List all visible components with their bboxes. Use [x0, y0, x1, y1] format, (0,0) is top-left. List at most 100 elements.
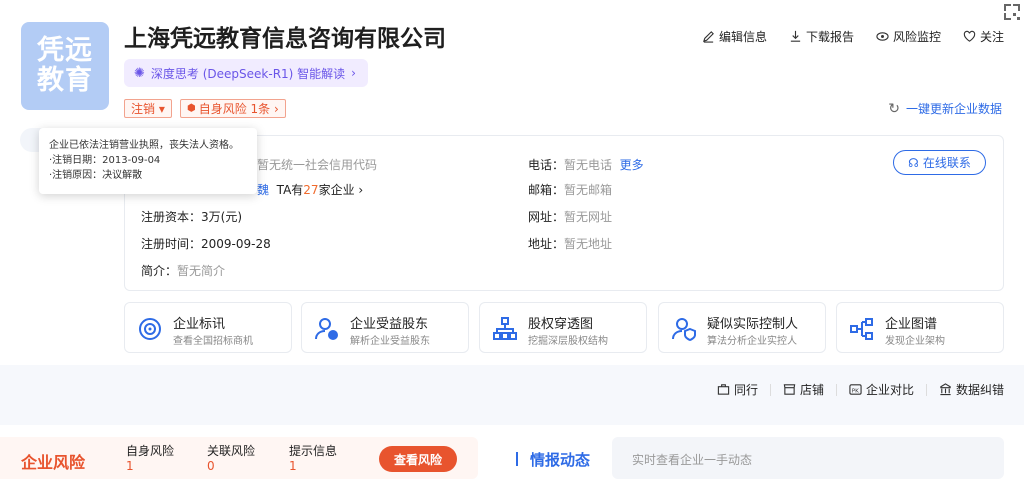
header-actions: 编辑信息 下载报告 风险监控 关注 — [702, 28, 1004, 45]
capital-value: 3万(元) — [201, 210, 243, 224]
intro-value: 暂无简介 — [177, 264, 226, 278]
feature-title: 疑似实际控制人 — [707, 317, 799, 332]
refresh-icon: ↻ — [888, 100, 900, 117]
eye-icon — [876, 32, 889, 41]
ai-sparkle-icon: ✺ — [134, 65, 145, 81]
company-compare-label: 企业对比 — [865, 383, 914, 397]
qr-code-icon[interactable] — [1002, 2, 1022, 22]
refresh-data-link[interactable]: ↻ 一键更新企业数据 — [888, 100, 1002, 117]
controller-icon — [672, 318, 696, 342]
online-contact-label: 在线联系 — [922, 156, 971, 170]
phone-value: 暂无电话 — [564, 158, 613, 172]
edit-info-button[interactable]: 编辑信息 — [702, 28, 767, 45]
feature-card-controller[interactable]: 疑似实际控制人 算法分析企业实控人 — [658, 302, 826, 353]
data-correction-button[interactable]: 数据纠错 — [939, 381, 1004, 398]
capital-label: 注册资本： — [141, 210, 202, 224]
legal-person-row: 魏 TA有27家企业 › — [257, 181, 363, 198]
target-icon — [139, 318, 161, 340]
related-risk-label: 关联风险 — [207, 444, 256, 458]
hint-info-count: 1 — [289, 459, 297, 473]
chevron-right-icon: › — [351, 66, 356, 80]
self-risk-stat[interactable]: 自身风险 1 — [126, 444, 174, 474]
tools-bar: 同行 店铺 PK 企业对比 数据纠错 — [717, 381, 1004, 398]
feature-subtitle: 发现企业架构 — [885, 336, 945, 347]
date-label: 注册时间： — [141, 237, 202, 251]
company-logo: 凭远 教育 — [21, 22, 109, 110]
date-value: 2009-09-28 — [201, 237, 271, 251]
risk-monitor-button[interactable]: 风险监控 — [876, 28, 941, 45]
feature-title: 企业受益股东 — [350, 317, 429, 332]
ai-interpret-label: 深度思考 (DeepSeek-R1) 智能解读 — [150, 66, 346, 81]
website-row: 网址：暂无网址 — [528, 208, 612, 225]
email-value: 暂无邮箱 — [564, 183, 613, 197]
credit-code-row: 暂无统一社会信用代码 — [257, 156, 377, 173]
equity-tree-icon — [493, 317, 517, 340]
feature-card-beneficiary[interactable]: 企业受益股东 解析企业受益股东 — [301, 302, 469, 353]
risk-title: 企业风险 — [21, 453, 86, 472]
edit-icon — [702, 31, 714, 43]
self-risk-badge-label: 自身风险 1条 › — [198, 102, 279, 116]
legal-person-link[interactable]: 魏 — [257, 183, 269, 197]
ta-companies-link[interactable]: TA有27家企业 › — [273, 183, 364, 197]
feature-title: 企业图谱 — [885, 317, 938, 332]
cancellation-tooltip: 企业已依法注销营业执照，丧失法人资格。 ·注销日期：2013-09-04 ·注销… — [39, 128, 257, 194]
peers-button[interactable]: 同行 — [717, 381, 758, 398]
registered-capital-row: 注册资本：3万(元) — [141, 208, 242, 225]
company-name: 上海凭远教育信息咨询有限公司 — [124, 26, 446, 52]
tooltip-line-1: 企业已依法注销营业执照，丧失法人资格。 — [49, 140, 239, 151]
briefcase-icon — [717, 384, 730, 395]
shop-button[interactable]: 店铺 — [783, 381, 824, 398]
address-row: 地址：暂无地址 — [528, 235, 612, 252]
phone-label: 电话： — [528, 158, 565, 172]
hint-info-stat[interactable]: 提示信息 1 — [289, 444, 337, 474]
follow-label: 关注 — [979, 30, 1004, 44]
shop-icon — [783, 384, 796, 395]
hint-info-label: 提示信息 — [289, 444, 338, 458]
shield-icon: ⬢ — [187, 103, 196, 114]
self-risk-badge[interactable]: ⬢ 自身风险 1条 › — [180, 99, 286, 118]
intro-label: 简介： — [141, 264, 178, 278]
divider — [925, 383, 927, 396]
feature-card-equity[interactable]: 股权穿透图 挖掘深层股权结构 — [479, 302, 647, 353]
intel-feed-box[interactable]: 实时查看企业一手动态 — [612, 437, 1004, 479]
status-badge[interactable]: 注销 ▾ — [124, 99, 172, 118]
intro-row: 简介：暂无简介 — [141, 262, 225, 279]
logo-line-1: 凭远 — [37, 35, 93, 66]
download-report-button[interactable]: 下载报告 — [789, 28, 854, 45]
feature-subtitle: 挖掘深层股权结构 — [528, 336, 608, 347]
peers-label: 同行 — [733, 383, 758, 397]
data-correction-label: 数据纠错 — [955, 383, 1004, 397]
logo-line-2: 教育 — [37, 65, 93, 96]
risk-monitor-label: 风险监控 — [892, 30, 941, 44]
email-row: 邮箱：暂无邮箱 — [528, 181, 612, 198]
view-risk-button[interactable]: 查看风险 — [379, 446, 457, 472]
credit-code-value: 暂无统一社会信用代码 — [257, 158, 378, 172]
feature-title: 股权穿透图 — [528, 317, 594, 332]
address-label: 地址： — [528, 237, 565, 251]
download-report-label: 下载报告 — [805, 30, 854, 44]
feature-subtitle: 算法分析企业实控人 — [707, 336, 797, 347]
heart-icon — [963, 30, 976, 42]
graph-icon — [850, 318, 873, 340]
related-risk-stat[interactable]: 关联风险 0 — [207, 444, 255, 474]
feature-card-bidding[interactable]: 企业标讯 查看全国招标商机 — [124, 302, 292, 353]
company-compare-button[interactable]: PK 企业对比 — [849, 381, 914, 398]
phone-row: 电话：暂无电话 更多 — [528, 156, 644, 173]
intel-title: 情报动态 — [516, 449, 590, 470]
self-risk-count: 1 — [126, 459, 134, 473]
follow-button[interactable]: 关注 — [963, 28, 1004, 45]
online-contact-button[interactable]: ☊ 在线联系 — [893, 150, 986, 175]
tooltip-line-2: ·注销日期：2013-09-04 — [49, 155, 161, 166]
related-risk-count: 0 — [207, 459, 215, 473]
phone-more-link[interactable]: 更多 — [620, 158, 644, 172]
website-label: 网址： — [528, 210, 565, 224]
ai-interpret-button[interactable]: ✺ 深度思考 (DeepSeek-R1) 智能解读 › — [124, 59, 368, 87]
shop-label: 店铺 — [799, 383, 824, 397]
pk-icon: PK — [849, 384, 862, 395]
headset-icon: ☊ — [908, 155, 919, 170]
feature-card-graph[interactable]: 企业图谱 发现企业架构 — [836, 302, 1004, 353]
beneficiary-icon — [315, 318, 338, 340]
download-icon — [790, 30, 801, 42]
address-value: 暂无地址 — [564, 237, 613, 251]
email-label: 邮箱： — [528, 183, 565, 197]
